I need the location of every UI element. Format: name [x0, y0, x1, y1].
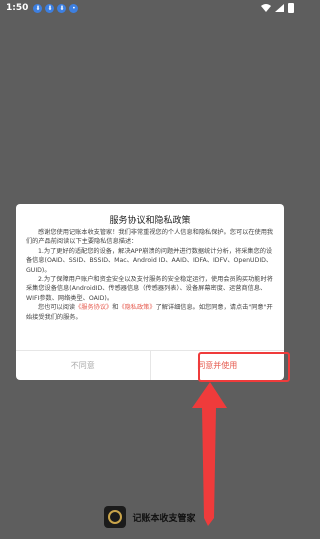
app-logo: [104, 506, 127, 528]
dialog-paragraph: 您也可以阅读《服务协议》和《隐私政策》了解详细信息。如您同意，请点击"同意"开始…: [26, 303, 274, 322]
status-time: 1:50: [6, 3, 29, 13]
paragraph-prefix: 您也可以阅读: [38, 304, 76, 312]
dialog-paragraph: 1.为了更好的适配您的设备，解决APP崩溃的问题并进行数据统计分析，将采集您的设…: [26, 247, 273, 274]
dialog-paragraph: 感谢您使用记账本收支管家！我们非常重视您的个人信息和隐私保护。您可以在使用我们的…: [26, 229, 274, 246]
status-icons: [261, 3, 294, 13]
notification-icon: ⬇: [33, 3, 43, 13]
service-agreement-link[interactable]: 《服务协议》: [75, 304, 112, 311]
decline-button[interactable]: 不同意: [16, 351, 151, 380]
brand-footer: 记账本收支管家: [0, 505, 300, 529]
status-bar: 1:50 ⬇ ⬇ ⬇ •: [0, 0, 300, 16]
wifi-icon: [261, 4, 271, 12]
logo-ring-icon: [108, 510, 123, 524]
dialog-body: 感谢您使用记账本收支管家！我们非常重视您的个人信息和隐私保护。您可以在使用我们的…: [16, 228, 284, 350]
notification-icon: ⬇: [57, 3, 67, 13]
dialog-paragraph: 2.为了保障用户账户和资金安全以及支付服务的安全稳定运行，使用会员购买功能时将采…: [26, 276, 273, 302]
agree-button[interactable]: 同意并使用: [151, 351, 285, 380]
dialog-footer: 不同意 同意并使用: [16, 350, 284, 380]
notification-icon: •: [69, 3, 79, 13]
notification-icon: ⬇: [45, 3, 55, 13]
privacy-dialog: 服务协议和隐私政策 感谢您使用记账本收支管家！我们非常重视您的个人信息和隐私保护…: [16, 204, 284, 380]
battery-icon: [288, 3, 294, 13]
signal-icon: [275, 4, 284, 12]
privacy-policy-link[interactable]: 《隐私政策》: [118, 304, 155, 311]
app-name: 记账本收支管家: [132, 513, 196, 524]
dialog-title: 服务协议和隐私政策: [109, 216, 191, 226]
